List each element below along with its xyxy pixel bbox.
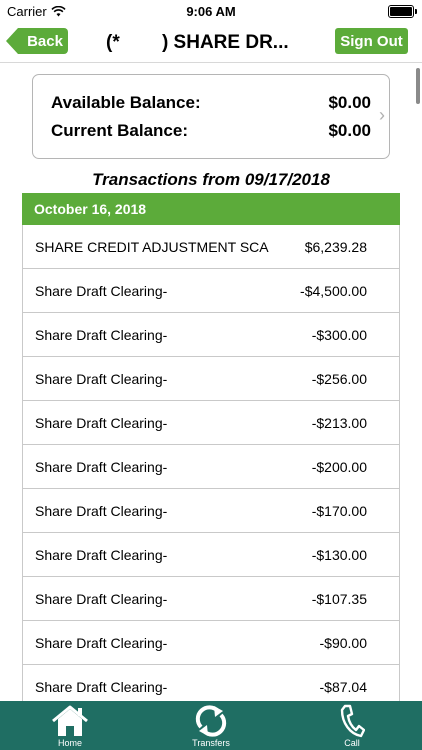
tab-call-label: Call	[344, 738, 360, 748]
transaction-amount: -$300.00	[311, 326, 367, 343]
transaction-row[interactable]: Share Draft Clearing- -$213.00	[23, 401, 399, 445]
transaction-row[interactable]: Share Draft Clearing- -$4,500.00	[23, 269, 399, 313]
back-button[interactable]: Back	[6, 28, 68, 54]
current-balance-label: Current Balance:	[51, 121, 188, 140]
transaction-amount: -$90.00	[319, 634, 367, 651]
available-balance-row: Available Balance: $0.00	[51, 93, 371, 113]
tab-call[interactable]: Call	[302, 701, 402, 750]
battery-icon	[388, 5, 417, 18]
transaction-row[interactable]: Share Draft Clearing- -$90.00	[23, 621, 399, 665]
phone-icon	[340, 704, 365, 738]
tab-home[interactable]: Home	[20, 701, 120, 750]
transaction-description: Share Draft Clearing-	[35, 326, 168, 343]
tab-home-label: Home	[57, 738, 82, 748]
transaction-description: Share Draft Clearing-	[35, 282, 168, 299]
transaction-row[interactable]: Share Draft Clearing- -$256.00	[23, 357, 399, 401]
transaction-description: Share Draft Clearing-	[35, 678, 168, 695]
sign-out-button[interactable]: Sign Out	[335, 28, 408, 54]
transaction-row[interactable]: Share Draft Clearing- -$130.00	[23, 533, 399, 577]
current-balance-value: $0.00	[328, 121, 371, 140]
transaction-description: Share Draft Clearing-	[35, 634, 168, 651]
transaction-description: Share Draft Clearing-	[35, 590, 168, 607]
transaction-row[interactable]: Share Draft Clearing- -$300.00	[23, 313, 399, 357]
account-detail-content: Available Balance: $0.00 Current Balance…	[0, 63, 422, 701]
transaction-description: Share Draft Clearing-	[35, 458, 168, 475]
transaction-amount: -$4,500.00	[300, 282, 367, 299]
page-title: (* ) SHARE DR...	[106, 32, 289, 53]
transaction-amount: -$170.00	[311, 502, 367, 519]
transaction-row[interactable]: Share Draft Clearing- -$200.00	[23, 445, 399, 489]
transfers-icon	[195, 705, 227, 737]
available-balance-label: Available Balance:	[51, 93, 201, 112]
transaction-amount: -$87.04	[319, 678, 367, 695]
transaction-description: Share Draft Clearing-	[35, 502, 168, 519]
transaction-row[interactable]: Share Draft Clearing- -$170.00	[23, 489, 399, 533]
transaction-amount: -$130.00	[311, 546, 367, 563]
transaction-amount: $6,239.28	[304, 238, 367, 255]
transaction-description: Share Draft Clearing-	[35, 370, 168, 387]
scroll-indicator[interactable]	[416, 68, 420, 104]
tab-bar: Home Transfers Call	[0, 701, 422, 750]
nav-bar: Back (* ) SHARE DR... Sign Out	[0, 22, 422, 63]
date-group-header: October 16, 2018	[22, 193, 400, 225]
transaction-row[interactable]: Share Draft Clearing- -$87.04	[23, 665, 399, 701]
balance-card[interactable]: Available Balance: $0.00 Current Balance…	[32, 74, 390, 159]
status-bar: Carrier 9:06 AM	[0, 0, 422, 22]
tab-transfers[interactable]: Transfers	[161, 701, 261, 750]
transaction-list: SHARE CREDIT ADJUSTMENT SCA $6,239.28 Sh…	[22, 225, 400, 701]
transaction-amount: -$200.00	[311, 458, 367, 475]
current-balance-row: Current Balance: $0.00	[51, 121, 371, 141]
transaction-row[interactable]: Share Draft Clearing- -$107.35	[23, 577, 399, 621]
transactions-header: Transactions from 09/17/2018	[92, 170, 330, 189]
transaction-row[interactable]: SHARE CREDIT ADJUSTMENT SCA $6,239.28	[23, 225, 399, 269]
tab-transfers-label: Transfers	[192, 738, 230, 748]
transaction-description: SHARE CREDIT ADJUSTMENT SCA	[35, 238, 269, 255]
chevron-right-icon: ›	[379, 105, 385, 125]
transaction-amount: -$213.00	[311, 414, 367, 431]
home-icon	[52, 705, 88, 736]
transaction-amount: -$107.35	[311, 590, 367, 607]
transaction-description: Share Draft Clearing-	[35, 414, 168, 431]
transaction-amount: -$256.00	[311, 370, 367, 387]
clock: 9:06 AM	[186, 4, 236, 19]
transaction-description: Share Draft Clearing-	[35, 546, 168, 563]
available-balance-value: $0.00	[328, 93, 371, 112]
